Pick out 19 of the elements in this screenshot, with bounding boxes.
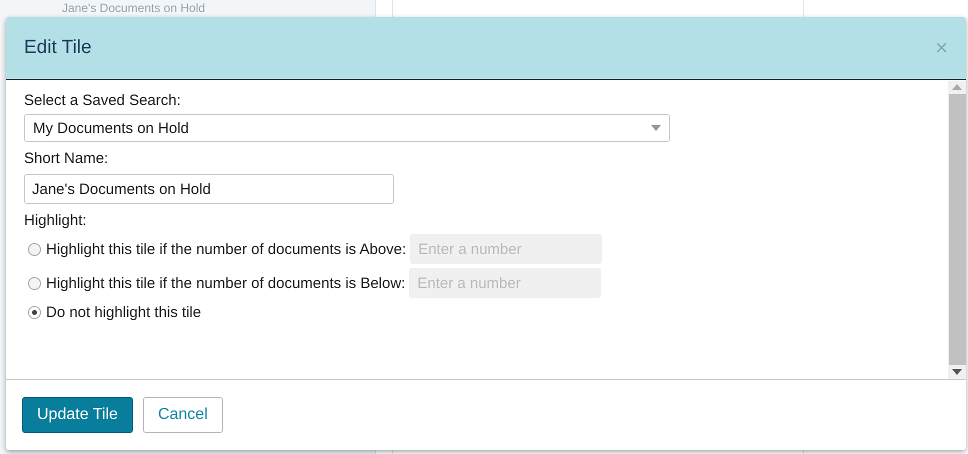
dialog-title: Edit Tile: [24, 37, 92, 59]
short-name-field[interactable]: Jane's Documents on Hold: [24, 174, 394, 204]
radio-button[interactable]: [28, 276, 41, 290]
field-label: Short Name:: [24, 149, 108, 169]
update-button[interactable]: Update Tile: [22, 397, 133, 433]
scrollbar[interactable]: [948, 80, 966, 379]
field-label: Highlight:: [24, 211, 87, 231]
cancel-button[interactable]: Cancel: [142, 397, 223, 433]
tile-name: Jane's Documents on Hold: [62, 1, 206, 15]
option-label: Do not highlight this tile: [46, 304, 202, 320]
option-label: Highlight this tile if the number of documents is Above:: [46, 240, 406, 258]
caret-icon: [651, 125, 661, 131]
radio-button[interactable]: [28, 242, 41, 256]
scroll-up-icon[interactable]: [952, 84, 962, 90]
option-label: Highlight this tile if the number of documents is Below:: [46, 274, 406, 292]
radio-button[interactable]: [28, 306, 41, 318]
field-label: Select a Saved Search:: [24, 91, 181, 111]
saved-search-dropdown[interactable]: My Documents on Hold: [24, 114, 670, 142]
scroll-down-icon[interactable]: [952, 369, 962, 375]
